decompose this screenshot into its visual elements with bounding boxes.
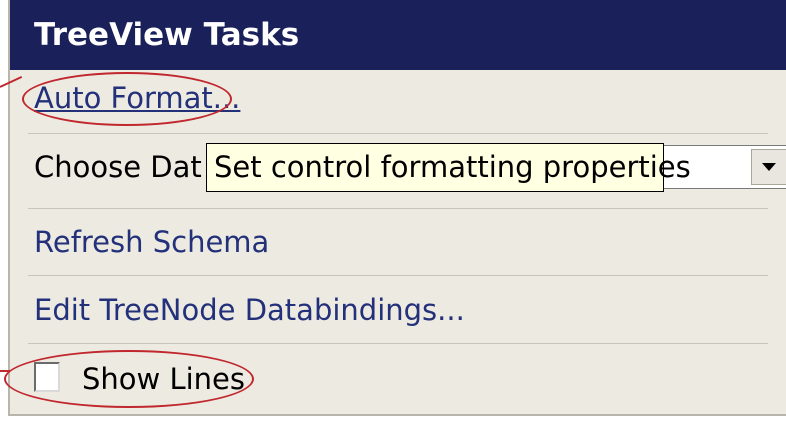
divider <box>28 343 768 344</box>
refresh-schema-link[interactable]: Refresh Schema <box>34 222 269 262</box>
tooltip: Set control formatting properties <box>206 143 691 192</box>
choose-data-source-label: Choose Dat <box>34 150 202 184</box>
divider <box>28 208 768 209</box>
divider <box>28 275 768 276</box>
divider <box>28 133 768 134</box>
chevron-down-icon <box>762 163 776 171</box>
edit-databindings-link[interactable]: Edit TreeNode Databindings... <box>34 290 465 330</box>
panel-title: TreeView Tasks <box>10 0 786 70</box>
treeview-tasks-panel: TreeView Tasks Auto Format... Choose Dat… <box>8 0 786 416</box>
show-lines-label[interactable]: Show Lines <box>82 359 245 399</box>
dropdown-button[interactable] <box>751 149 786 185</box>
auto-format-link[interactable]: Auto Format... <box>34 78 240 118</box>
show-lines-checkbox[interactable] <box>34 362 60 392</box>
